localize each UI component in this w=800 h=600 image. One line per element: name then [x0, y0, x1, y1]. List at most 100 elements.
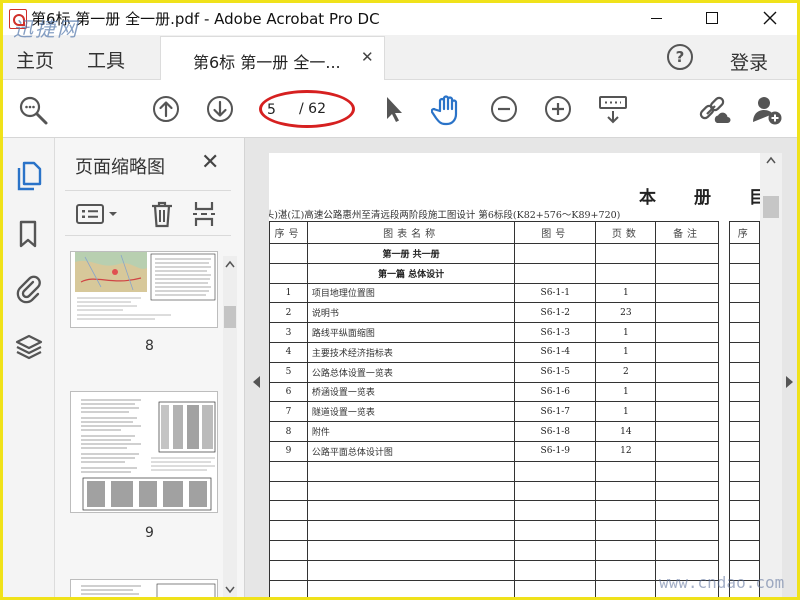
project-title-line: (头)湛(江)高速公路惠州至清远段两阶段施工图设计 第6标段(K82+576～K… — [269, 210, 621, 221]
row-title: 说明书 — [306, 302, 516, 324]
row-number-right — [729, 361, 760, 383]
attachments-icon[interactable] — [15, 274, 43, 306]
row-number: 4 — [269, 341, 308, 363]
window-title: 第6标 第一册 全一册.pdf - Adobe Acrobat Pro DC — [31, 10, 380, 28]
page-headline: 本册目 — [639, 188, 760, 208]
share-link-icon[interactable] — [697, 94, 731, 126]
thumbnail-page-9[interactable] — [70, 391, 218, 513]
document-tab-label: 第6标 第一册 全一... — [193, 53, 341, 72]
document-tab[interactable]: 第6标 第一册 全一... ✕ — [160, 36, 385, 80]
row-drawing-code: S6-1-1 — [514, 282, 597, 304]
row-drawing-code: S6-1-4 — [514, 341, 597, 363]
split-page-icon[interactable] — [191, 200, 217, 228]
zoom-in-icon[interactable] — [543, 94, 573, 124]
row-drawing-code: S6-1-6 — [514, 381, 597, 403]
document-scrollbar[interactable] — [760, 153, 782, 597]
row-drawing-code: S6-1-7 — [514, 401, 597, 423]
column-header-pages: 页数 — [595, 221, 657, 244]
volume-heading-row: 第一册 共一册 — [269, 243, 760, 264]
row-title: 项目地理位置图 — [306, 282, 516, 304]
row-remarks — [655, 322, 719, 343]
zoom-search-icon[interactable] — [17, 94, 49, 126]
row-remarks — [655, 440, 719, 462]
table-row: 3 路线平纵面缩图 S6-1-3 1 — [269, 322, 760, 343]
thumbnail-page-next-preview — [81, 583, 216, 597]
row-remarks — [655, 381, 719, 403]
delete-page-icon[interactable] — [149, 200, 175, 228]
row-number-right — [729, 440, 760, 462]
help-icon[interactable]: ? — [667, 44, 693, 70]
row-page-count: 1 — [595, 322, 657, 343]
page-thumbnails-icon[interactable] — [15, 160, 43, 192]
document-tab-close-icon[interactable]: ✕ — [361, 48, 374, 66]
document-scroll-thumb[interactable] — [763, 196, 779, 218]
thumbnail-page-8[interactable] — [70, 251, 218, 328]
toolbar: / 62 — [3, 80, 797, 138]
row-page-count: 23 — [595, 302, 657, 324]
table-row-empty — [269, 520, 760, 541]
row-title: 桥涵设置一览表 — [306, 381, 516, 403]
row-page-count: 1 — [595, 401, 657, 423]
scroll-down-icon[interactable] — [225, 586, 235, 594]
row-remarks — [655, 361, 719, 383]
layers-icon[interactable] — [15, 332, 43, 364]
row-number-right — [729, 341, 760, 363]
scroll-up-icon[interactable] — [225, 260, 235, 268]
page-display-icon[interactable] — [597, 94, 629, 126]
row-number: 3 — [269, 322, 308, 343]
row-page-count: 1 — [595, 282, 657, 304]
doc-scroll-up-icon[interactable] — [766, 156, 776, 164]
expand-right-pane-icon[interactable] — [786, 376, 794, 388]
table-row: 8 附件 S6-1-8 14 — [269, 421, 760, 442]
thumbnail-page-next[interactable] — [70, 579, 218, 597]
thumbnail-page-8-preview — [75, 252, 216, 320]
row-number-right — [729, 302, 760, 324]
table-row-empty — [269, 480, 760, 502]
thumbnail-page-9-preview — [81, 399, 216, 511]
table-row: 5 公路总体设置一览表 S6-1-5 2 — [269, 361, 760, 383]
maximize-icon — [706, 12, 718, 24]
menu-home[interactable]: 主页 — [16, 46, 54, 73]
row-number: 2 — [269, 302, 308, 324]
row-title: 公路总体设置一览表 — [306, 361, 516, 383]
contents-table-body: 1 项目地理位置图 S6-1-1 1 2 说明书 S6-1-2 23 3 路线平纵面缩图 S6-1-… — [269, 282, 760, 597]
watermark-bottom-right: www.cndao.com — [659, 573, 785, 592]
select-arrow-icon[interactable] — [383, 94, 405, 124]
thumbnail-options-icon[interactable] — [75, 202, 121, 226]
minimize-button[interactable] — [633, 3, 679, 33]
column-header-code: 图号 — [514, 221, 597, 244]
menu-tools[interactable]: 工具 — [87, 46, 125, 73]
row-number-right — [729, 322, 760, 343]
table-row: 6 桥涵设置一览表 S6-1-6 1 — [269, 381, 760, 403]
next-page-icon[interactable] — [205, 94, 235, 124]
row-drawing-code: S6-1-3 — [514, 322, 597, 343]
title-bar: 第6标 第一册 全一册.pdf - Adobe Acrobat Pro DC — [3, 3, 797, 35]
minimize-icon — [650, 17, 662, 19]
zoom-out-icon[interactable] — [489, 94, 519, 124]
login-button[interactable]: 登录 — [730, 48, 768, 75]
hand-tool-icon[interactable] — [431, 94, 465, 126]
thumbnail-page-9-number: 9 — [145, 525, 154, 541]
row-remarks — [655, 302, 719, 324]
row-title: 公路平面总体设计图 — [306, 440, 516, 462]
row-remarks — [655, 282, 719, 304]
collapse-left-pane-icon[interactable] — [253, 376, 261, 388]
row-number: 7 — [269, 401, 308, 423]
row-title: 路线平纵面缩图 — [306, 322, 516, 343]
bookmarks-icon[interactable] — [15, 218, 41, 250]
previous-page-icon[interactable] — [151, 94, 181, 124]
close-window-button[interactable] — [747, 3, 793, 33]
table-row-empty — [269, 539, 760, 561]
thumbnails-panel-close-icon[interactable]: ✕ — [201, 150, 219, 175]
row-title: 隧道设置一览表 — [306, 401, 516, 423]
add-user-icon[interactable] — [751, 94, 785, 126]
table-header-row: 序号 图表名称 图号 页数 备注 序 — [269, 221, 760, 244]
column-header-remarks: 备注 — [655, 221, 719, 244]
menu-bar: 主页 工具 第6标 第一册 全一... ✕ ? 登录 — [3, 35, 797, 80]
row-number: 8 — [269, 421, 308, 442]
row-number-right — [729, 401, 760, 423]
table-row: 1 项目地理位置图 S6-1-1 1 — [269, 282, 760, 304]
row-number-right — [729, 421, 760, 442]
thumbnails-scroll-thumb[interactable] — [224, 306, 236, 328]
maximize-button[interactable] — [689, 3, 735, 33]
